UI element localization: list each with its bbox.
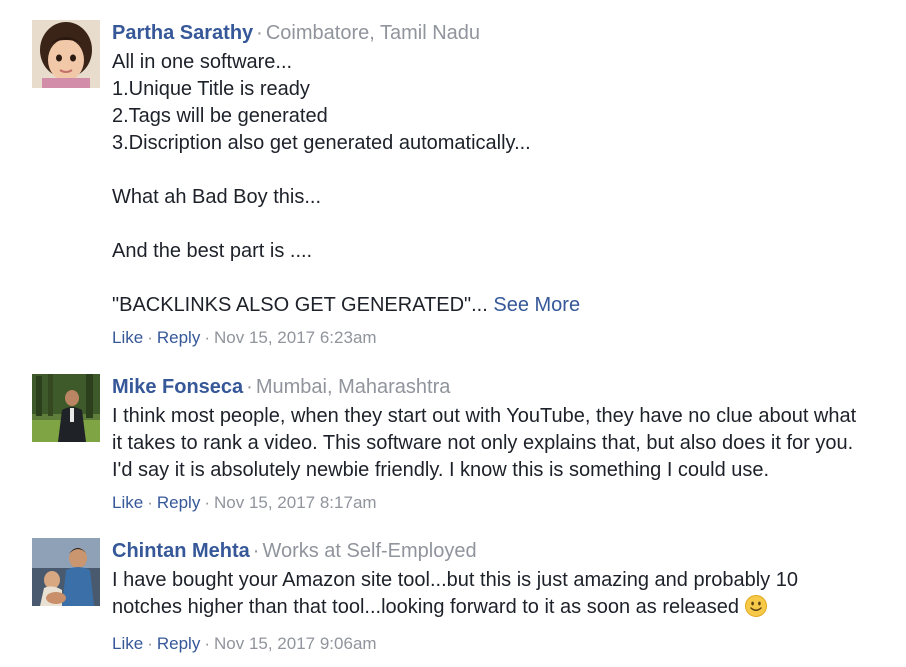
comment-header: Mike Fonseca · Mumbai, Maharashtra (112, 374, 882, 400)
avatar[interactable] (32, 374, 100, 442)
see-more-link[interactable]: See More (493, 294, 580, 316)
comment-text: I have bought your Amazon site tool...bu… (112, 567, 882, 625)
comment-timestamp[interactable]: Nov 15, 2017 8:17am (214, 493, 377, 512)
comment-line: I think most people, when they start out… (112, 405, 857, 427)
reply-link[interactable]: Reply (157, 493, 200, 512)
comment-line: 2.Tags will be generated (112, 105, 328, 127)
separator-dot: · (252, 540, 260, 562)
separator-dot: · (204, 634, 210, 653)
avatar-photo (32, 374, 100, 442)
separator-dot: · (246, 376, 253, 398)
author-name[interactable]: Partha Sarathy (112, 22, 253, 44)
separator-dot: · (147, 328, 153, 347)
comment-line: it takes to rank a video. This software … (112, 432, 854, 454)
separator-dot: · (204, 328, 210, 347)
reply-link[interactable]: Reply (157, 634, 200, 653)
author-location: Mumbai, Maharashtra (255, 376, 451, 398)
author-name[interactable]: Mike Fonseca (112, 376, 243, 398)
comment-text: All in one software... 1.Unique Title is… (112, 49, 882, 319)
comment-line: "BACKLINKS ALSO GET GENERATED"... See Mo… (112, 292, 882, 319)
comment-header: Chintan Mehta · Works at Self-Employed (112, 538, 882, 564)
author-location: Coimbatore, Tamil Nadu (265, 22, 481, 44)
comment-line: 3.Discription also get generated automat… (112, 132, 531, 154)
comment-actions: Like · Reply · Nov 15, 2017 6:23am (112, 327, 882, 349)
avatar[interactable] (32, 538, 100, 606)
separator-dot: · (256, 22, 263, 44)
author-name[interactable]: Chintan Mehta (112, 540, 250, 562)
author-work: Works at Self-Employed (262, 540, 477, 562)
comment-timestamp[interactable]: Nov 15, 2017 6:23am (214, 328, 377, 347)
comment-line: I have bought your Amazon site tool...bu… (112, 569, 798, 591)
comment-line: I'd say it is absolutely newbie friendly… (112, 459, 770, 481)
comment-line-text: "BACKLINKS ALSO GET GENERATED"... (112, 294, 488, 316)
comment-line: notches higher than that tool...looking … (112, 594, 882, 625)
avatar-photo (32, 20, 100, 88)
comment-header: Partha Sarathy · Coimbatore, Tamil Nadu (112, 20, 882, 46)
comment-line-text: notches higher than that tool...looking … (112, 596, 740, 618)
comment-actions: Like · Reply · Nov 15, 2017 8:17am (112, 492, 882, 514)
separator-dot: · (147, 493, 153, 512)
smile-emoji-icon (745, 595, 768, 625)
avatar[interactable] (32, 20, 100, 88)
comment-timestamp[interactable]: Nov 15, 2017 9:06am (214, 634, 377, 653)
comment-line: All in one software... (112, 51, 293, 73)
avatar-photo (32, 538, 100, 606)
reply-link[interactable]: Reply (157, 328, 200, 347)
comment-line: 1.Unique Title is ready (112, 78, 310, 100)
like-link[interactable]: Like (112, 634, 143, 653)
comment-line: What ah Bad Boy this... (112, 186, 321, 208)
like-link[interactable]: Like (112, 493, 143, 512)
separator-dot: · (204, 493, 210, 512)
like-link[interactable]: Like (112, 328, 143, 347)
comment-line: And the best part is .... (112, 240, 313, 262)
comment-actions: Like · Reply · Nov 15, 2017 9:06am (112, 633, 882, 655)
comment-text: I think most people, when they start out… (112, 403, 882, 484)
separator-dot: · (147, 634, 153, 653)
